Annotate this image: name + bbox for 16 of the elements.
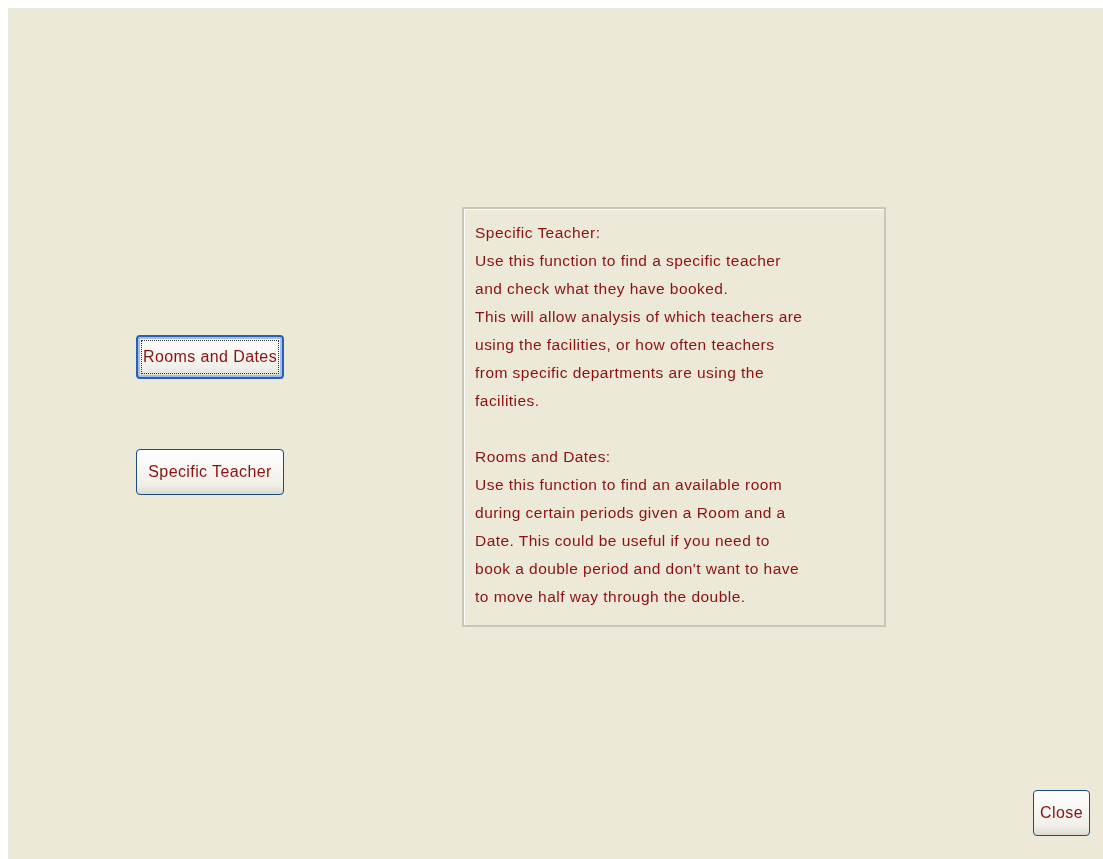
function-button[interactable]: Specific Teacher — [136, 449, 285, 495]
help-text-line: book a double period and don't want to have — [475, 559, 800, 579]
section-heading: Specific Teacher: — [475, 223, 602, 243]
help-text-line: using the facilities, or how often teachers — [475, 335, 776, 355]
help-text-line: This will allow analysis of which teachers are — [475, 307, 804, 327]
section-heading: Rooms and Dates: — [475, 447, 612, 467]
help-text-line: from specific departments are using the — [475, 363, 765, 383]
help-text-line: Use this function to find an available room — [475, 475, 784, 495]
function-button[interactable]: Rooms and Dates — [136, 335, 285, 379]
help-text-line: Date. This could be useful if you need to — [475, 531, 771, 551]
help-text-line: Use this function to find a specific teacher — [475, 251, 782, 271]
help-text-line: and check what they have booked. — [475, 279, 730, 299]
help-text-line: during certain periods given a Room and a — [475, 503, 787, 523]
help-text-line: facilities. — [475, 391, 541, 411]
close-button[interactable]: Close — [1033, 790, 1090, 836]
help-text-line: to move half way through the double. — [475, 587, 747, 607]
